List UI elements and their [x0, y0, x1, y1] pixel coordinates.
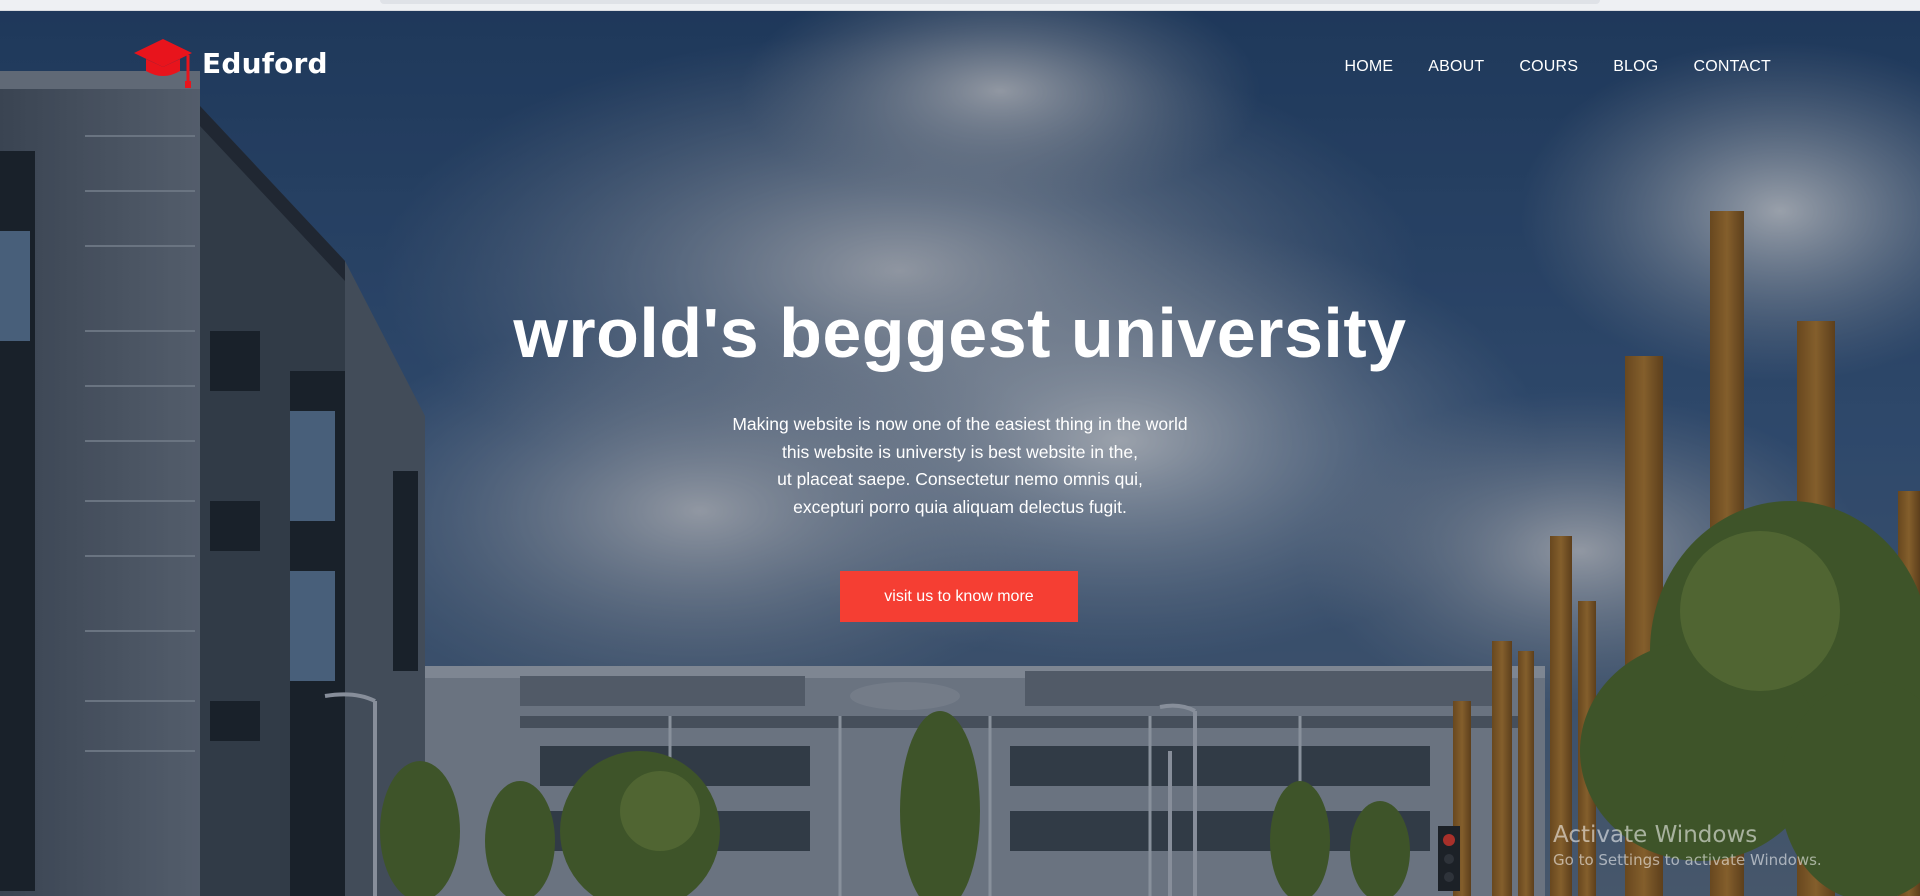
hero-section: Eduford HOME ABOUT COURS BLOG CONTACT wr… [0, 11, 1920, 896]
hero-description-line: excepturi porro quia aliquam delectus fu… [793, 496, 1127, 517]
nav-link-cours[interactable]: COURS [1519, 58, 1578, 76]
graduation-cap-icon [132, 37, 194, 89]
hero-title: wrold's beggest university [513, 294, 1407, 372]
visit-us-button[interactable]: visit us to know more [840, 571, 1078, 622]
watermark-title: Activate Windows [1553, 822, 1758, 848]
nav-link-contact[interactable]: CONTACT [1693, 58, 1771, 76]
main-navigation: HOME ABOUT COURS BLOG CONTACT [1344, 58, 1771, 76]
hero-description: Making website is now one of the easiest… [0, 411, 1920, 521]
nav-link-about[interactable]: ABOUT [1428, 58, 1484, 76]
browser-tab-edge [380, 0, 1600, 4]
brand-logo[interactable]: Eduford [132, 37, 328, 89]
hero-description-line: ut placeat saepe. Consectetur nemo omnis… [777, 469, 1143, 489]
watermark-subtitle: Go to Settings to activate Windows. [1553, 851, 1822, 869]
brand-name: Eduford [202, 46, 328, 80]
browser-top-strip [0, 0, 1920, 11]
activate-windows-watermark: Activate Windows Go to Settings to activ… [1553, 822, 1822, 870]
nav-link-home[interactable]: HOME [1344, 58, 1393, 76]
nav-link-blog[interactable]: BLOG [1613, 58, 1658, 76]
hero-description-line: Making website is now one of the easiest… [732, 414, 1188, 434]
hero-description-line: this website is universty is best websit… [782, 441, 1138, 462]
